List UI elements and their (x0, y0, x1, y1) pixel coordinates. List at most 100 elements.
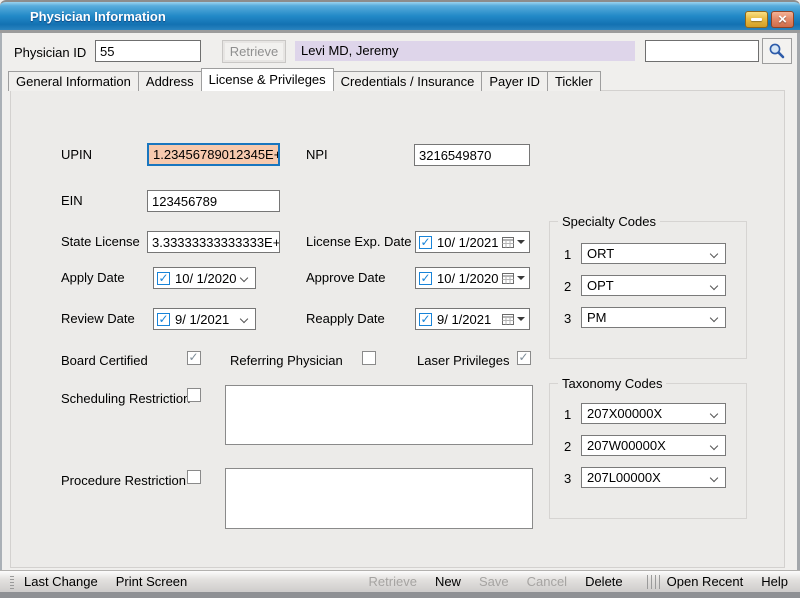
chevron-down-icon (710, 314, 718, 322)
chevron-down-icon (710, 250, 718, 258)
upin-label: UPIN (61, 147, 92, 162)
approve-date-value: 10/ 1/2020 (437, 271, 498, 286)
procedure-restriction-label: Procedure Restriction (61, 473, 186, 488)
dropdown-arrow-icon (517, 317, 525, 321)
board-certified-label: Board Certified (61, 353, 148, 368)
physician-information-window: Physician Information × Physician ID Ret… (0, 0, 800, 598)
license-exp-date-value: 10/ 1/2021 (437, 235, 498, 250)
taxonomy-code-3-value: 207L00000X (587, 470, 661, 485)
review-date-label: Review Date (61, 311, 135, 326)
referring-physician-checkbox[interactable] (362, 351, 376, 365)
license-exp-date-checkbox[interactable] (419, 236, 432, 249)
tabstrip: General Information Address License & Pr… (8, 68, 600, 91)
statusbar: Last Change Print Screen Retrieve New Sa… (0, 570, 800, 592)
retrieve-button[interactable]: Retrieve (222, 40, 286, 63)
chevron-down-icon (240, 274, 248, 282)
taxonomy-code-3-select[interactable]: 207L00000X (581, 467, 726, 488)
specialty-code-2-number: 2 (564, 279, 571, 294)
specialty-code-1-select[interactable]: ORT (581, 243, 726, 264)
review-date-picker[interactable]: 9/ 1/2021 (153, 308, 256, 330)
approve-date-picker[interactable]: 10/ 1/2020 (415, 267, 530, 289)
scheduling-restriction-checkbox[interactable] (187, 388, 201, 402)
taxonomy-code-2-value: 207W00000X (587, 438, 666, 453)
tab-credentials-insurance[interactable]: Credentials / Insurance (333, 71, 483, 91)
taxonomy-code-2-select[interactable]: 207W00000X (581, 435, 726, 456)
ein-input[interactable] (147, 190, 280, 212)
referring-physician-label: Referring Physician (230, 353, 343, 368)
apply-date-value: 10/ 1/2020 (175, 271, 236, 286)
tab-address[interactable]: Address (138, 71, 202, 91)
approve-date-label: Approve Date (306, 270, 386, 285)
state-license-input[interactable] (147, 231, 280, 253)
dropdown-arrow-icon (517, 240, 525, 244)
scheduling-restriction-textarea[interactable] (225, 385, 533, 445)
review-date-checkbox[interactable] (157, 313, 170, 326)
calendar-icon (502, 236, 514, 248)
specialty-code-2-select[interactable]: OPT (581, 275, 726, 296)
statusbar-open-recent[interactable]: Open Recent (667, 574, 744, 589)
taxonomy-codes-group: Taxonomy Codes 1 207X00000X 2 207W00000X… (549, 383, 747, 519)
license-privileges-panel: UPIN NPI EIN State License License Exp. … (10, 90, 785, 568)
reapply-date-checkbox[interactable] (419, 313, 432, 326)
statusbar-separator-grip (647, 575, 661, 589)
tab-license-privileges[interactable]: License & Privileges (201, 68, 334, 91)
specialty-code-3-value: PM (587, 310, 607, 325)
apply-date-checkbox[interactable] (157, 272, 170, 285)
close-button[interactable]: × (771, 11, 794, 28)
specialty-code-3-number: 3 (564, 311, 571, 326)
procedure-restriction-textarea[interactable] (225, 468, 533, 529)
window-border-bottom (0, 592, 800, 598)
physician-id-input[interactable] (95, 40, 201, 62)
chevron-down-icon (710, 442, 718, 450)
scheduling-restriction-label: Scheduling Restriction (61, 391, 190, 406)
statusbar-cancel[interactable]: Cancel (527, 574, 567, 589)
physician-id-label: Physician ID (14, 45, 86, 60)
approve-date-checkbox[interactable] (419, 272, 432, 285)
board-certified-checkbox[interactable] (187, 351, 201, 365)
specialty-code-1-value: ORT (587, 246, 614, 261)
procedure-restriction-checkbox[interactable] (187, 470, 201, 484)
search-input[interactable] (645, 40, 759, 62)
specialty-code-3-select[interactable]: PM (581, 307, 726, 328)
upin-input[interactable] (147, 143, 280, 166)
taxonomy-code-1-number: 1 (564, 407, 571, 422)
npi-label: NPI (306, 147, 328, 162)
titlebar: Physician Information × (0, 0, 800, 30)
taxonomy-code-1-value: 207X00000X (587, 406, 662, 421)
calendar-icon (502, 272, 514, 284)
tab-payer-id[interactable]: Payer ID (481, 71, 548, 91)
taxonomy-code-1-select[interactable]: 207X00000X (581, 403, 726, 424)
search-icon (768, 42, 786, 60)
statusbar-save[interactable]: Save (479, 574, 509, 589)
specialty-code-2-value: OPT (587, 278, 614, 293)
window-border-left (0, 33, 2, 592)
statusbar-delete[interactable]: Delete (585, 574, 623, 589)
ein-label: EIN (61, 193, 83, 208)
tab-general-information[interactable]: General Information (8, 71, 139, 91)
statusbar-print-screen[interactable]: Print Screen (116, 574, 188, 589)
review-date-value: 9/ 1/2021 (175, 312, 229, 327)
calendar-icon (502, 313, 514, 325)
minimize-button[interactable] (745, 11, 768, 28)
chevron-down-icon (710, 474, 718, 482)
statusbar-help[interactable]: Help (761, 574, 788, 589)
laser-privileges-label: Laser Privileges (417, 353, 510, 368)
chevron-down-icon (240, 315, 248, 323)
laser-privileges-checkbox[interactable] (517, 351, 531, 365)
taxonomy-code-2-number: 2 (564, 439, 571, 454)
tab-tickler[interactable]: Tickler (547, 71, 601, 91)
license-exp-date-label: License Exp. Date (306, 234, 412, 249)
npi-input[interactable] (414, 144, 530, 166)
minimize-icon (751, 18, 762, 21)
search-button[interactable] (762, 38, 792, 64)
specialty-codes-group: Specialty Codes 1 ORT 2 OPT 3 PM (549, 221, 747, 359)
reapply-date-picker[interactable]: 9/ 1/2021 (415, 308, 530, 330)
specialty-codes-title: Specialty Codes (558, 214, 660, 229)
statusbar-last-change[interactable]: Last Change (24, 574, 98, 589)
taxonomy-codes-title: Taxonomy Codes (558, 376, 666, 391)
license-exp-date-picker[interactable]: 10/ 1/2021 (415, 231, 530, 253)
statusbar-new[interactable]: New (435, 574, 461, 589)
statusbar-retrieve[interactable]: Retrieve (369, 574, 417, 589)
specialty-code-1-number: 1 (564, 247, 571, 262)
apply-date-picker[interactable]: 10/ 1/2020 (153, 267, 256, 289)
